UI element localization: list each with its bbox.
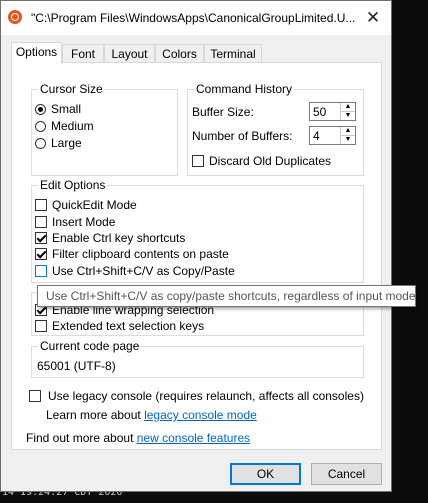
buffer-size-spinner[interactable]: 50 ▲ ▼ xyxy=(309,102,356,121)
properties-dialog: "C:\Program Files\WindowsApps\CanonicalG… xyxy=(0,0,392,492)
legacy-console-checkbox[interactable] xyxy=(29,390,41,402)
edit-options-group: Edit Options QuickEdit Mode Insert Mode … xyxy=(31,178,364,283)
filter-clipboard-option[interactable]: Filter clipboard contents on paste xyxy=(35,247,229,261)
discard-duplicates-label: Discard Old Duplicates xyxy=(209,154,332,168)
spin-down-icon[interactable]: ▼ xyxy=(341,136,355,144)
ctrl-shortcuts-option[interactable]: Enable Ctrl key shortcuts xyxy=(35,231,185,245)
radio-small[interactable]: Small xyxy=(35,102,81,116)
radio-large-label: Large xyxy=(51,136,82,150)
command-history-group: Command History Buffer Size: 50 ▲ ▼ Numb… xyxy=(187,82,364,176)
ctrl-shift-cv-label: Use Ctrl+Shift+C/V as Copy/Paste xyxy=(52,264,235,278)
quickedit-checkbox[interactable] xyxy=(35,199,47,211)
cancel-button[interactable]: Cancel xyxy=(311,463,382,485)
insert-mode-option[interactable]: Insert Mode xyxy=(35,215,115,229)
code-page-value: 65001 (UTF-8) xyxy=(37,359,116,373)
extended-selection-label: Extended text selection keys xyxy=(52,319,205,333)
ctrl-shortcuts-label: Enable Ctrl key shortcuts xyxy=(52,231,186,245)
legacy-console-option[interactable]: Use legacy console (requires relaunch, a… xyxy=(29,389,364,403)
spin-up-icon[interactable]: ▲ xyxy=(341,103,355,112)
quickedit-label: QuickEdit Mode xyxy=(52,198,137,212)
find-out-more: Find out more about new console features xyxy=(26,431,250,445)
spin-down-icon[interactable]: ▼ xyxy=(341,112,355,120)
ctrl-shortcuts-checkbox[interactable] xyxy=(35,232,47,244)
new-console-features-link[interactable]: new console features xyxy=(137,431,250,445)
ok-button[interactable]: OK xyxy=(230,463,301,485)
tooltip: Use Ctrl+Shift+C/V as copy/paste shortcu… xyxy=(37,285,416,307)
insert-mode-checkbox[interactable] xyxy=(35,216,47,228)
radio-medium[interactable]: Medium xyxy=(35,119,94,133)
filter-clipboard-label: Filter clipboard contents on paste xyxy=(52,247,229,261)
cursor-size-group: Cursor Size Small Medium Large xyxy=(31,82,178,176)
tab-colors[interactable]: Colors xyxy=(155,44,204,62)
command-history-label: Command History xyxy=(194,82,295,96)
tab-terminal[interactable]: Terminal xyxy=(204,44,262,62)
close-icon[interactable]: ✕ xyxy=(361,7,385,29)
buffer-size-label: Buffer Size: xyxy=(192,105,254,119)
radio-small-indicator[interactable] xyxy=(35,103,46,115)
extended-selection-option[interactable]: Extended text selection keys xyxy=(35,319,204,333)
radio-large[interactable]: Large xyxy=(35,136,82,150)
ctrl-shift-cv-option[interactable]: Use Ctrl+Shift+C/V as Copy/Paste xyxy=(35,264,235,278)
tab-layout[interactable]: Layout xyxy=(104,44,155,62)
edit-options-label: Edit Options xyxy=(38,178,108,192)
radio-small-label: Small xyxy=(51,102,82,116)
number-buffers-spinner[interactable]: 4 ▲ ▼ xyxy=(309,126,356,145)
legacy-learn-prefix: Learn more about xyxy=(46,408,141,422)
number-buffers-value: 4 xyxy=(313,129,320,143)
ctrl-shift-cv-checkbox[interactable] xyxy=(35,265,47,277)
title-bar[interactable]: "C:\Program Files\WindowsApps\CanonicalG… xyxy=(1,1,391,35)
extended-selection-checkbox[interactable] xyxy=(35,320,47,332)
window-title: "C:\Program Files\WindowsApps\CanonicalG… xyxy=(31,11,356,25)
buffer-size-arrows: ▲ ▼ xyxy=(340,103,355,120)
legacy-console-label: Use legacy console (requires relaunch, a… xyxy=(48,389,364,403)
code-page-label: Current code page xyxy=(38,339,142,353)
ubuntu-icon xyxy=(8,10,22,24)
code-page-group: Current code page 65001 (UTF-8) xyxy=(31,339,364,378)
radio-large-indicator[interactable] xyxy=(35,137,46,149)
tab-font[interactable]: Font xyxy=(62,44,104,62)
quickedit-option[interactable]: QuickEdit Mode xyxy=(35,198,137,212)
radio-medium-indicator[interactable] xyxy=(35,120,46,132)
legacy-console-link[interactable]: legacy console mode xyxy=(144,408,257,422)
discard-duplicates-checkbox[interactable] xyxy=(192,155,204,167)
insert-mode-label: Insert Mode xyxy=(52,215,116,229)
legacy-learn-more: Learn more about legacy console mode xyxy=(46,408,257,422)
options-panel: Cursor Size Small Medium Large Command H… xyxy=(11,62,382,450)
cursor-size-label: Cursor Size xyxy=(38,82,105,96)
number-buffers-label: Number of Buffers: xyxy=(192,129,293,143)
tab-options[interactable]: Options xyxy=(11,42,62,64)
discard-duplicates[interactable]: Discard Old Duplicates xyxy=(192,154,331,168)
buffer-size-value: 50 xyxy=(313,105,327,119)
radio-medium-label: Medium xyxy=(51,119,94,133)
filter-clipboard-checkbox[interactable] xyxy=(35,248,47,260)
number-buffers-arrows: ▲ ▼ xyxy=(340,127,355,144)
find-out-prefix: Find out more about xyxy=(26,431,134,445)
spin-up-icon[interactable]: ▲ xyxy=(341,127,355,136)
